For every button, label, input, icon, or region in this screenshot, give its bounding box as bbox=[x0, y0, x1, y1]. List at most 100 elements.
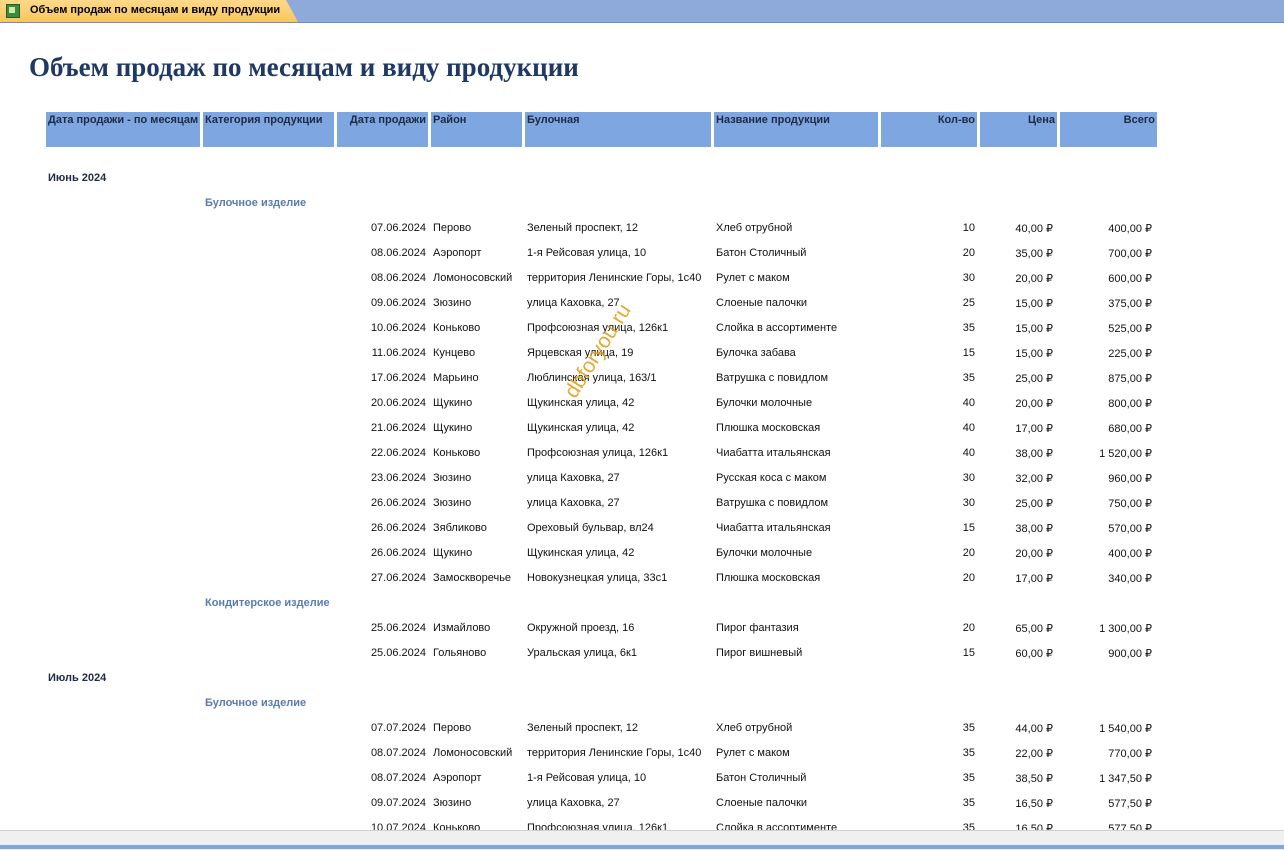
district-cell: Зюзино bbox=[433, 472, 472, 484]
table-row: 26.06.2024 Зябликово Ореховый бульвар, вл2… bbox=[0, 522, 1284, 547]
bakery-cell: Зеленый проспект, 12 bbox=[527, 222, 638, 234]
product-cell: Хлеб отрубной bbox=[716, 722, 793, 734]
price-cell: 15,00 ₽ bbox=[1015, 298, 1053, 310]
date-cell: 09.07.2024 bbox=[370, 797, 426, 809]
table-row: 25.06.2024 Гольяново Уральская улица, 6к1 П… bbox=[0, 647, 1284, 672]
qty-cell: 35 bbox=[962, 322, 975, 334]
district-cell: Аэропорт bbox=[433, 772, 482, 784]
price-cell: 20,00 ₽ bbox=[1015, 398, 1053, 410]
qty-cell: 35 bbox=[962, 797, 975, 809]
qty-cell: 40 bbox=[962, 447, 975, 459]
date-cell: 22.06.2024 bbox=[370, 447, 426, 459]
product-cell: Рулет с маком bbox=[716, 272, 790, 284]
month-group-header: Июль 2024 bbox=[48, 672, 107, 684]
table-row: 25.06.2024 Измайлово Окружной проезд, 16 Пи… bbox=[0, 622, 1284, 647]
qty-cell: 35 bbox=[962, 747, 975, 759]
date-cell: 07.07.2024 bbox=[370, 722, 426, 734]
district-cell: Перово bbox=[433, 722, 472, 734]
total-cell: 900,00 ₽ bbox=[1108, 648, 1152, 660]
district-cell: Перово bbox=[433, 222, 472, 234]
price-cell: 20,00 ₽ bbox=[1015, 548, 1053, 560]
date-cell: 10.06.2024 bbox=[370, 322, 426, 334]
report-title: Объем продаж по месяцам и виду продукции bbox=[29, 52, 579, 82]
date-cell: 17.06.2024 bbox=[370, 372, 426, 384]
product-cell: Чиабатта итальянская bbox=[716, 522, 831, 534]
product-cell: Ватрушка с повидлом bbox=[716, 372, 829, 384]
table-row: 27.06.2024 Замоскворечье Новокузнецкая ули… bbox=[0, 572, 1284, 597]
qty-cell: 40 bbox=[962, 397, 975, 409]
bakery-cell: улица Каховка, 27 bbox=[527, 497, 620, 509]
qty-cell: 20 bbox=[962, 247, 975, 259]
product-cell: Булочки молочные bbox=[716, 547, 813, 559]
bottom-border bbox=[0, 845, 1284, 849]
bakery-cell: Ярцевская улица, 19 bbox=[527, 347, 634, 359]
product-cell: Слойка в ассортименте bbox=[716, 322, 838, 334]
bakery-cell: Люблинская улица, 163/1 bbox=[527, 372, 657, 384]
district-cell: Щукино bbox=[433, 397, 473, 409]
bakery-cell: территория Ленинские Горы, 1с40 bbox=[527, 747, 702, 759]
bakery-cell: 1-я Рейсовая улица, 10 bbox=[527, 772, 647, 784]
qty-cell: 10 bbox=[962, 222, 975, 234]
bakery-cell: Зеленый проспект, 12 bbox=[527, 722, 638, 734]
bakery-cell: Новокузнецкая улица, 33с1 bbox=[527, 572, 668, 584]
column-header-total: Всего bbox=[1060, 112, 1157, 147]
table-row: 07.06.2024 Перово Зеленый проспект, 12 Хлеб… bbox=[0, 222, 1284, 247]
date-cell: 26.06.2024 bbox=[370, 547, 426, 559]
total-cell: 800,00 ₽ bbox=[1108, 398, 1152, 410]
month-group-header: Июнь 2024 bbox=[48, 172, 107, 184]
bakery-cell: территория Ленинские Горы, 1с40 bbox=[527, 272, 702, 284]
qty-cell: 35 bbox=[962, 372, 975, 384]
district-cell: Щукино bbox=[433, 422, 473, 434]
column-header-product: Название продукции bbox=[714, 112, 878, 147]
price-cell: 16,50 ₽ bbox=[1015, 798, 1053, 810]
column-header-date: Дата продажи bbox=[337, 112, 428, 147]
date-cell: 26.06.2024 bbox=[370, 522, 426, 534]
total-cell: 225,00 ₽ bbox=[1108, 348, 1152, 360]
qty-cell: 30 bbox=[962, 497, 975, 509]
district-cell: Зябликово bbox=[433, 522, 487, 534]
product-cell: Булочка забава bbox=[716, 347, 796, 359]
district-cell: Зюзино bbox=[433, 497, 472, 509]
table-row: 21.06.2024 Щукино Щукинская улица, 42 Плюшк… bbox=[0, 422, 1284, 447]
district-cell: Ломоносовский bbox=[433, 272, 513, 284]
product-cell: Булочки молочные bbox=[716, 397, 813, 409]
date-cell: 26.06.2024 bbox=[370, 497, 426, 509]
total-cell: 1 347,50 ₽ bbox=[1099, 773, 1152, 785]
column-header-category: Категория продукции bbox=[203, 112, 334, 147]
qty-cell: 15 bbox=[962, 522, 975, 534]
product-cell: Рулет с маком bbox=[716, 747, 790, 759]
bakery-cell: Щукинская улица, 42 bbox=[527, 547, 635, 559]
date-cell: 25.06.2024 bbox=[370, 647, 426, 659]
table-row: 10.06.2024 Коньково Профсоюзная улица, 126… bbox=[0, 322, 1284, 347]
date-cell: 25.06.2024 bbox=[370, 622, 426, 634]
column-header-bakery: Булочная bbox=[525, 112, 711, 147]
price-cell: 35,00 ₽ bbox=[1015, 248, 1053, 260]
price-cell: 17,00 ₽ bbox=[1015, 573, 1053, 585]
category-group-header: Кондитерское изделие bbox=[205, 597, 330, 609]
district-cell: Зюзино bbox=[433, 297, 472, 309]
district-cell: Гольяново bbox=[433, 647, 487, 659]
qty-cell: 40 bbox=[962, 422, 975, 434]
table-row: 17.06.2024 Марьино Люблинская улица, 163/1… bbox=[0, 372, 1284, 397]
total-cell: 960,00 ₽ bbox=[1108, 473, 1152, 485]
price-cell: 65,00 ₽ bbox=[1015, 623, 1053, 635]
column-header-month: Дата продажи - по месяцам bbox=[46, 112, 200, 147]
table-row: 08.07.2024 Ломоносовский территория Ленинс… bbox=[0, 747, 1284, 772]
table-row: 20.06.2024 Щукино Щукинская улица, 42 Булоч… bbox=[0, 397, 1284, 422]
date-cell: 08.07.2024 bbox=[370, 747, 426, 759]
qty-cell: 35 bbox=[962, 722, 975, 734]
price-cell: 38,50 ₽ bbox=[1015, 773, 1053, 785]
report-tab[interactable]: Объем продаж по месяцам и виду продукции bbox=[0, 0, 298, 22]
district-cell: Кунцево bbox=[433, 347, 476, 359]
total-cell: 375,00 ₽ bbox=[1108, 298, 1152, 310]
qty-cell: 25 bbox=[962, 297, 975, 309]
table-row: 22.06.2024 Коньково Профсоюзная улица, 126… bbox=[0, 447, 1284, 472]
product-cell: Чиабатта итальянская bbox=[716, 447, 831, 459]
price-cell: 25,00 ₽ bbox=[1015, 373, 1053, 385]
total-cell: 700,00 ₽ bbox=[1108, 248, 1152, 260]
price-cell: 60,00 ₽ bbox=[1015, 648, 1053, 660]
product-cell: Пирог фантазия bbox=[716, 622, 799, 634]
column-header-qty: Кол-во bbox=[881, 112, 977, 147]
table-row: 26.06.2024 Щукино Щукинская улица, 42 Булоч… bbox=[0, 547, 1284, 572]
total-cell: 400,00 ₽ bbox=[1108, 548, 1152, 560]
